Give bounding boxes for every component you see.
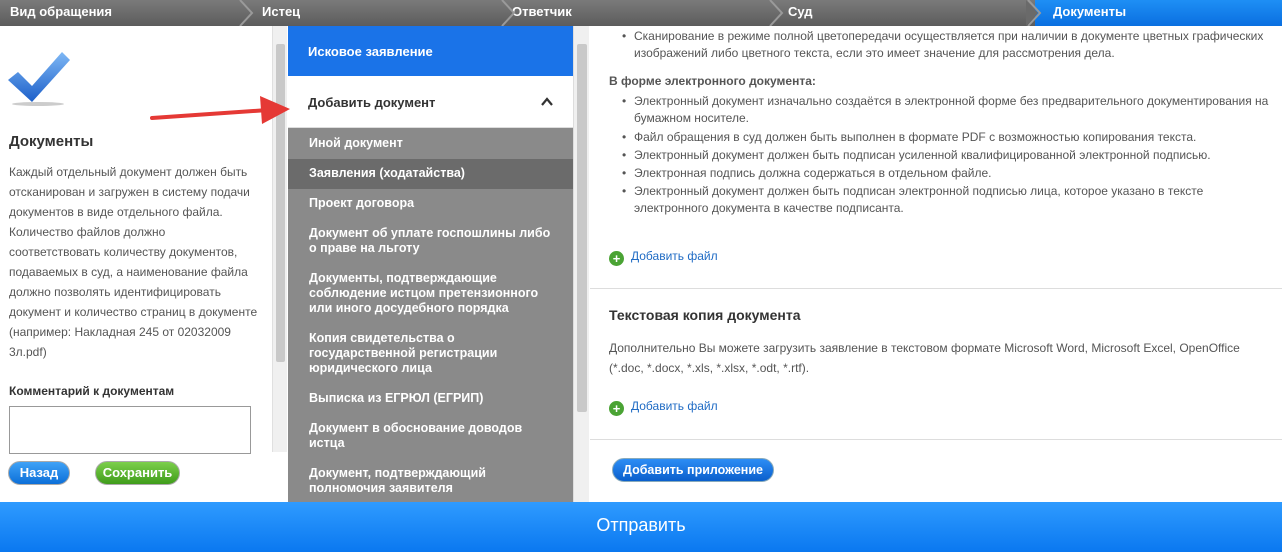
- nav-add-document[interactable]: Добавить документ: [288, 76, 573, 128]
- step-defendant[interactable]: Ответчик: [502, 0, 770, 26]
- nav-item-state-fee[interactable]: Документ об уплате госпошлины либо о пра…: [288, 226, 573, 256]
- annotation-arrow-icon: [150, 96, 290, 124]
- section-divider: [590, 288, 1282, 289]
- add-document-label: Добавить документ: [308, 95, 436, 110]
- text-copy-description: Дополнительно Вы можете загрузить заявле…: [609, 341, 1240, 375]
- add-file-label: Добавить файл: [631, 399, 718, 413]
- nav-item-applications[interactable]: Заявления (ходатайства): [288, 159, 573, 189]
- nav-claim-statement[interactable]: Исковое заявление: [288, 26, 573, 76]
- electronic-form-heading: В форме электронного документа:: [609, 74, 816, 88]
- nav-scrollbar[interactable]: [573, 26, 589, 502]
- back-button[interactable]: Назад: [8, 461, 70, 485]
- step-separator-icon: [769, 0, 784, 26]
- scrollbar-thumb[interactable]: [276, 44, 285, 362]
- nav-item-egrul-extract[interactable]: Выписка из ЕГРЮЛ (ЕГРИП): [288, 391, 573, 406]
- step-documents[interactable]: Документы: [1035, 0, 1282, 26]
- checkmark-icon: [8, 52, 70, 106]
- step-separator-icon: [501, 0, 516, 26]
- requirement-bullet: Электронный документ должен быть подписа…: [622, 183, 1274, 217]
- comment-textarea[interactable]: [9, 406, 251, 454]
- nav-item-power-of-attorney[interactable]: Документ, подтверждающий полномочия заяв…: [288, 466, 573, 496]
- steps-bar: Вид обращения Истец Ответчик Суд Докумен…: [0, 0, 1282, 26]
- nav-item-registration-certificate[interactable]: Копия свидетельства о государственной ре…: [288, 331, 573, 376]
- section-divider: [590, 439, 1282, 440]
- requirement-bullet: Электронный документ должен быть подписа…: [622, 147, 1274, 164]
- add-file-label: Добавить файл: [631, 249, 718, 263]
- step-request-type[interactable]: Вид обращения: [0, 0, 240, 26]
- plus-icon: +: [609, 401, 624, 416]
- right-content: Сканирование в режиме полной цветопереда…: [590, 26, 1282, 502]
- comment-label: Комментарий к документам: [9, 384, 175, 398]
- step-plaintiff[interactable]: Истец: [252, 0, 502, 26]
- requirement-bullet: Файл обращения в суд должен быть выполне…: [622, 129, 1274, 146]
- save-button[interactable]: Сохранить: [95, 461, 180, 485]
- document-nav: Исковое заявление Добавить документ Иной…: [288, 26, 573, 502]
- requirement-bullet: Сканирование в режиме полной цветопереда…: [622, 28, 1274, 62]
- documents-description: Каждый отдельный документ должен быть от…: [9, 165, 258, 359]
- step-separator-icon: [239, 0, 254, 26]
- nav-item-pretrial-compliance[interactable]: Документы, подтверждающие соблюдение ист…: [288, 271, 573, 316]
- add-text-file-link[interactable]: + Добавить файл: [609, 399, 718, 416]
- step-separator-icon: [1026, 0, 1042, 26]
- scrollbar-thumb[interactable]: [577, 44, 587, 412]
- add-attachment-button[interactable]: Добавить приложение: [612, 458, 774, 482]
- chevron-up-icon[interactable]: [541, 96, 553, 108]
- text-copy-title: Текстовая копия документа: [609, 307, 801, 323]
- documents-title: Документы: [9, 133, 94, 150]
- left-scrollbar[interactable]: [272, 26, 287, 452]
- requirement-bullet: Электронный документ изначально создаётс…: [622, 93, 1274, 127]
- submit-button[interactable]: Отправить: [0, 502, 1282, 552]
- add-file-link[interactable]: + Добавить файл: [609, 249, 718, 266]
- nav-item-other-document[interactable]: Иной документ: [288, 136, 573, 151]
- nav-item-claim-justification[interactable]: Документ в обоснование доводов истца: [288, 421, 573, 451]
- step-court[interactable]: Суд: [778, 0, 1030, 26]
- nav-item-draft-contract[interactable]: Проект договора: [288, 196, 573, 211]
- plus-icon: +: [609, 251, 624, 266]
- requirement-bullet: Электронная подпись должна содержаться в…: [622, 165, 1274, 182]
